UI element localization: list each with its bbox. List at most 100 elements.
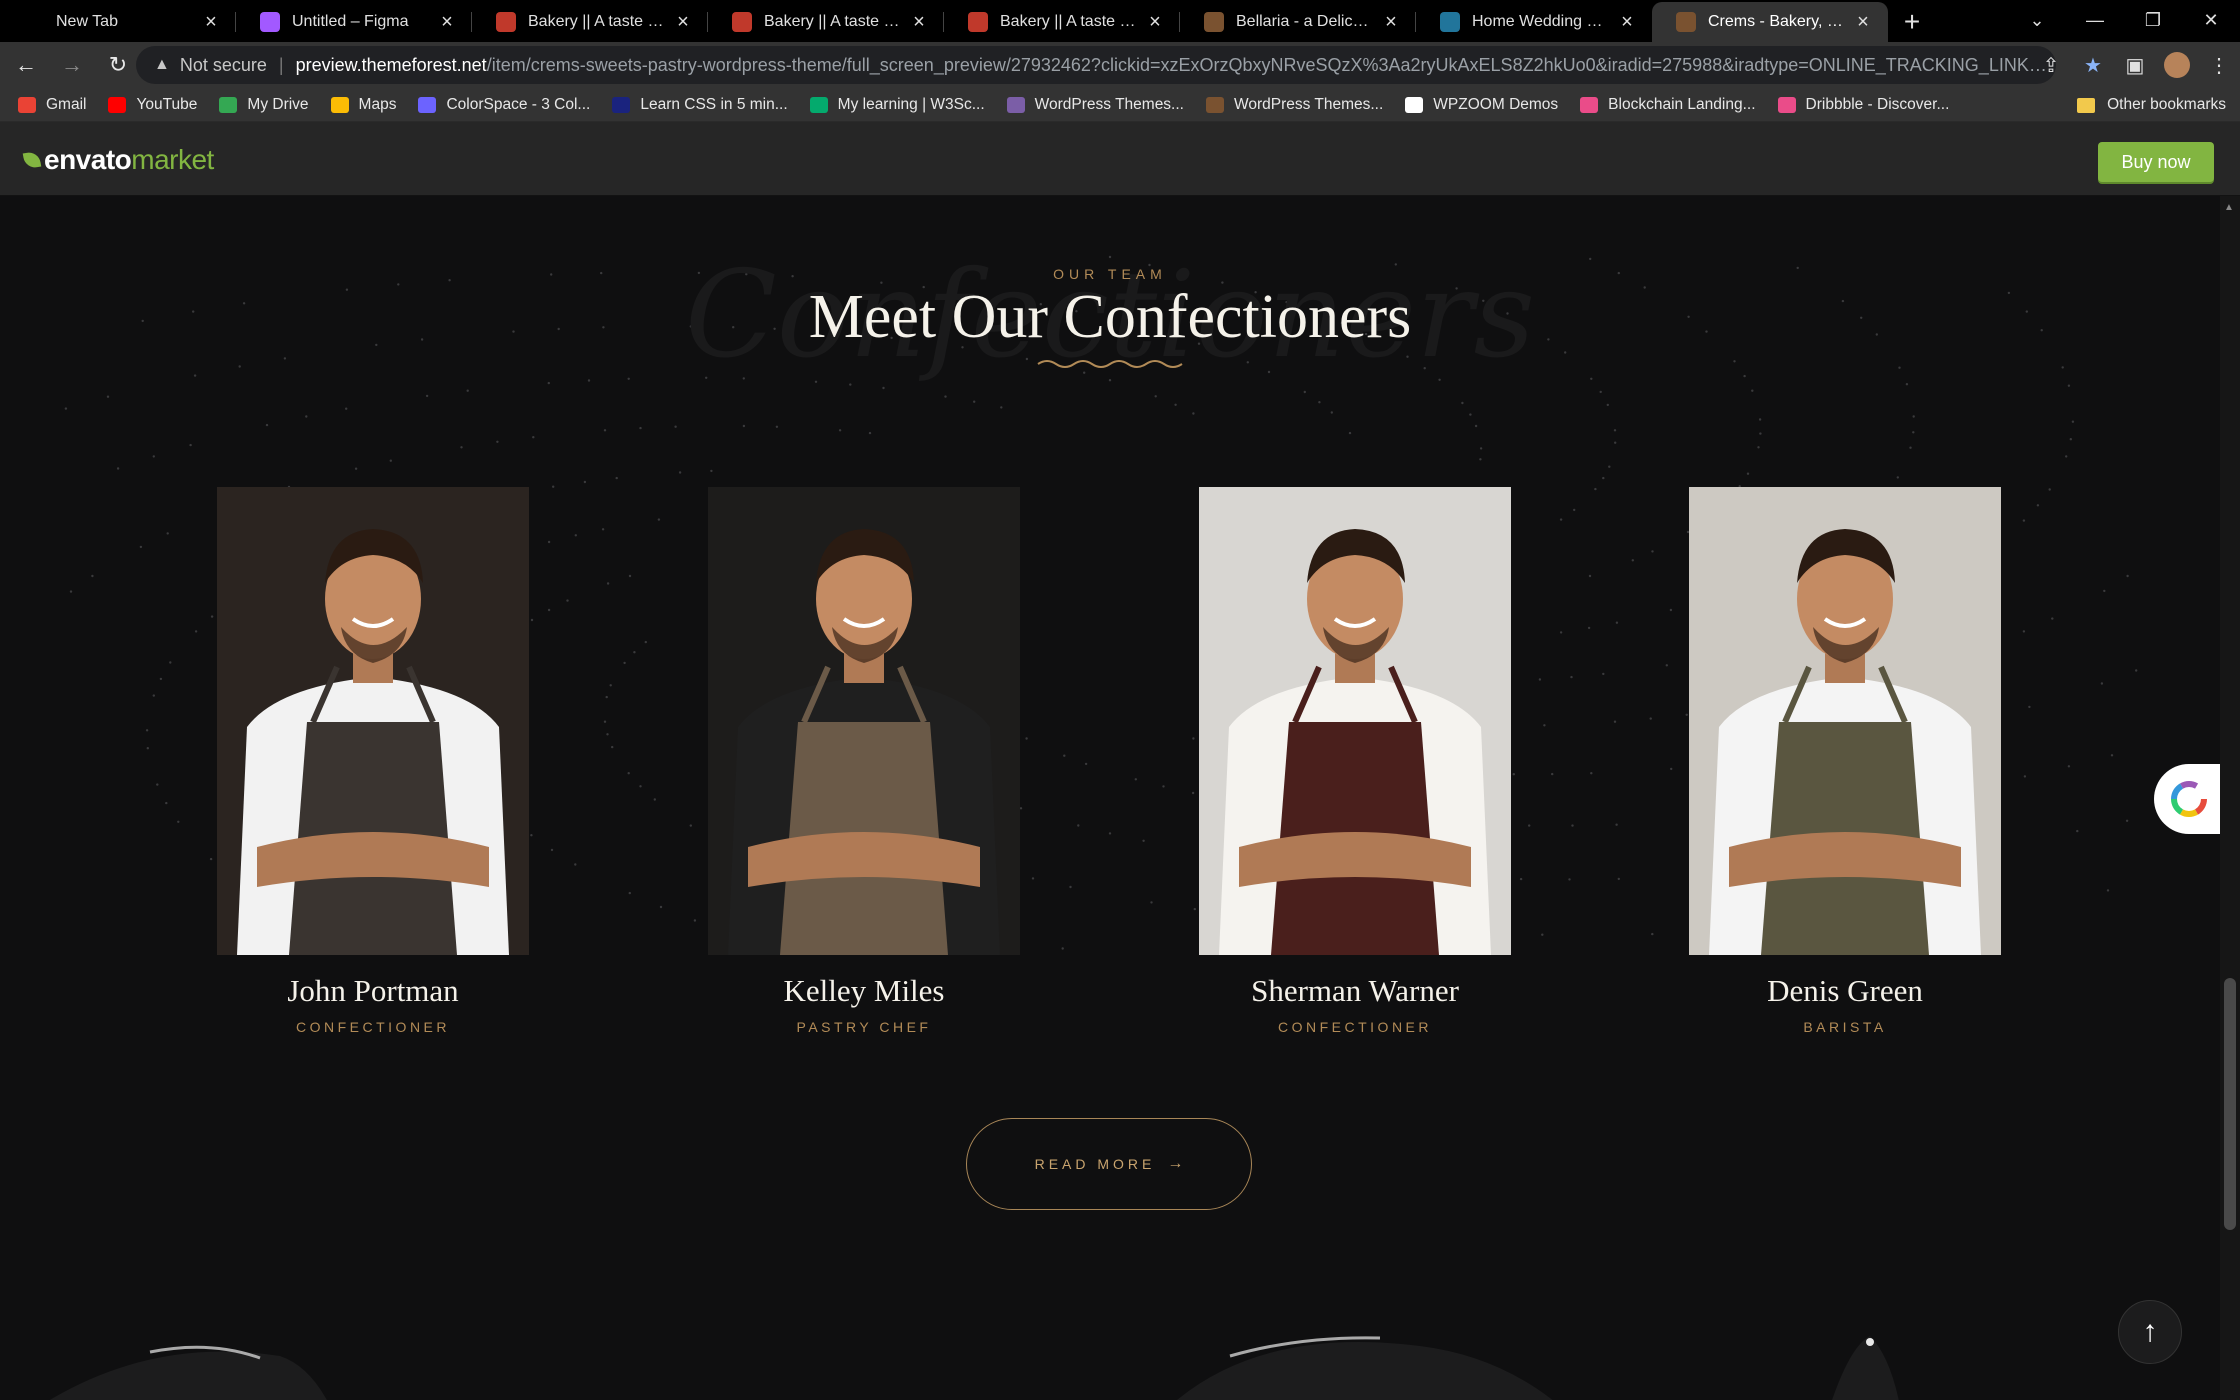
forward-button[interactable]: →	[52, 45, 92, 85]
bookmark-item[interactable]: WPZOOM Demos	[1405, 96, 1558, 114]
bookmark-item[interactable]: My Drive	[219, 96, 309, 114]
browser-tab[interactable]: Home Wedding – Bellaria ×	[1416, 2, 1652, 42]
reload-button[interactable]: ↻	[98, 45, 138, 85]
close-tab-icon[interactable]: ×	[908, 11, 930, 33]
background-dot	[152, 455, 155, 458]
bookmark-item[interactable]: Dribbble - Discover...	[1777, 96, 1949, 114]
background-dot	[2076, 829, 2079, 833]
figma-icon	[260, 12, 280, 32]
tab-title: Untitled – Figma	[292, 13, 409, 30]
page-scrollbar[interactable]: ▲	[2220, 196, 2240, 1400]
scroll-up-icon[interactable]: ▲	[2224, 202, 2234, 213]
cake-icon	[968, 12, 988, 32]
bookmark-star-icon[interactable]: ★	[2072, 44, 2114, 86]
background-dot	[1651, 550, 1654, 553]
back-button[interactable]: ←	[6, 45, 46, 85]
envato-preview-bar: envato market Buy now	[0, 122, 2240, 196]
wordpress-icon	[1440, 12, 1460, 32]
background-dot	[2103, 589, 2106, 593]
browser-tab[interactable]: Bakery || A taste of paradise ×	[944, 2, 1180, 42]
browser-tab[interactable]: Bellaria - a Delicious Cake ×	[1180, 2, 1416, 42]
team-member-name[interactable]: Kelley Miles	[708, 973, 1020, 1009]
team-member-name[interactable]: John Portman	[217, 973, 529, 1009]
bookmark-item[interactable]: Learn CSS in 5 min...	[612, 96, 788, 114]
team-member-card[interactable]: John Portman CONFECTIONER	[217, 487, 529, 1035]
new-tab-button[interactable]: +	[1888, 2, 1936, 42]
team-member-photo[interactable]	[217, 487, 529, 955]
warning-icon[interactable]: ▲	[154, 56, 170, 74]
color-switcher-button[interactable]	[2154, 764, 2220, 834]
close-tab-icon[interactable]: ×	[200, 11, 222, 33]
team-member-photo[interactable]	[708, 487, 1020, 955]
team-member-photo[interactable]	[1689, 487, 2001, 955]
close-tab-icon[interactable]: ×	[1144, 11, 1166, 33]
background-dot	[1000, 406, 1003, 409]
scrollbar-thumb[interactable]	[2224, 978, 2236, 1230]
bookmark-item[interactable]: Maps	[330, 96, 396, 114]
crems-icon	[1676, 12, 1696, 32]
background-dot	[159, 677, 163, 681]
bookmark-item[interactable]: Blockchain Landing...	[1580, 96, 1756, 114]
restore-button[interactable]: ❐	[2124, 0, 2182, 40]
bookmark-item[interactable]: My learning | W3Sc...	[809, 96, 985, 114]
background-dot	[1084, 762, 1088, 766]
background-dot	[1909, 446, 1912, 449]
menu-icon[interactable]: ⋮	[2198, 44, 2240, 86]
bookmark-item[interactable]: ColorSpace - 3 Col...	[418, 96, 590, 114]
bookmark-favicon-icon	[18, 96, 36, 113]
buy-now-button[interactable]: Buy now	[2098, 142, 2214, 182]
background-dot	[1614, 441, 1617, 444]
browser-tab[interactable]: Bakery || A taste of paradise ×	[472, 2, 708, 42]
background-dot	[530, 618, 534, 622]
background-dot	[1587, 626, 1591, 630]
other-bookmarks[interactable]: Other bookmarks	[2077, 88, 2226, 122]
close-window-button[interactable]: ✕	[2182, 0, 2240, 40]
address-bar[interactable]: ▲ Not secure | preview.themeforest.net /…	[136, 46, 2056, 84]
background-dot	[1019, 807, 1023, 810]
background-dot	[1669, 608, 1673, 612]
chrome-icon	[24, 12, 44, 32]
background-dot	[1154, 395, 1157, 398]
browser-tab[interactable]: Crems - Bakery, Chocolate ×	[1652, 2, 1888, 42]
profile-avatar[interactable]	[2164, 52, 2190, 78]
browser-tab[interactable]: Bakery || A taste of paradise ×	[708, 2, 944, 42]
read-more-button[interactable]: READ MORE →	[966, 1118, 1252, 1210]
side-panel-icon[interactable]: ▣	[2114, 44, 2156, 86]
background-dot	[1602, 476, 1605, 480]
envato-market-logo[interactable]: envato market	[22, 144, 214, 176]
close-tab-icon[interactable]: ×	[1616, 11, 1638, 33]
bookmark-item[interactable]: WordPress Themes...	[1006, 95, 1184, 114]
minimize-button[interactable]: —	[2066, 0, 2124, 40]
close-tab-icon[interactable]: ×	[436, 11, 458, 33]
team-member-card[interactable]: Kelley Miles PASTRY CHEF	[708, 487, 1020, 1035]
tab-title: Bakery || A taste of paradise	[528, 13, 664, 30]
team-member-photo[interactable]	[1199, 487, 1511, 955]
background-dot	[1759, 432, 1762, 435]
close-tab-icon[interactable]: ×	[672, 11, 694, 33]
team-member-card[interactable]: Sherman Warner CONFECTIONER	[1199, 487, 1511, 1035]
bookmark-item[interactable]: YouTube	[108, 96, 197, 114]
bookmark-label: WordPress Themes...	[1034, 95, 1184, 113]
background-dot	[169, 661, 172, 664]
browser-tab[interactable]: New Tab ×	[0, 2, 236, 42]
team-section: Confectioners OUR TEAM Meet Our Confecti…	[0, 196, 2220, 1400]
background-dot	[1649, 717, 1652, 720]
share-icon[interactable]: ⇪	[2030, 44, 2072, 86]
close-tab-icon[interactable]: ×	[1852, 11, 1874, 33]
decorative-chocolate-shapes	[49, 1336, 1899, 1400]
team-member-card[interactable]: Denis Green BARISTA	[1689, 487, 2001, 1035]
tab-search-icon[interactable]: ⌄	[2008, 0, 2066, 40]
team-member-name[interactable]: Denis Green	[1689, 973, 2001, 1009]
folder-icon	[2077, 97, 2096, 113]
browser-tab[interactable]: Untitled – Figma ×	[236, 2, 472, 42]
team-member-name[interactable]: Sherman Warner	[1199, 973, 1511, 1009]
bookmark-item[interactable]: WordPress Themes...	[1205, 96, 1383, 114]
background-dot	[552, 485, 555, 488]
bookmark-item[interactable]: Gmail	[18, 96, 86, 114]
background-dot	[194, 630, 198, 633]
background-dot	[644, 640, 647, 644]
background-dot	[425, 394, 429, 398]
close-tab-icon[interactable]: ×	[1380, 11, 1402, 33]
background-dot	[209, 857, 213, 861]
address-separator: |	[278, 54, 284, 75]
